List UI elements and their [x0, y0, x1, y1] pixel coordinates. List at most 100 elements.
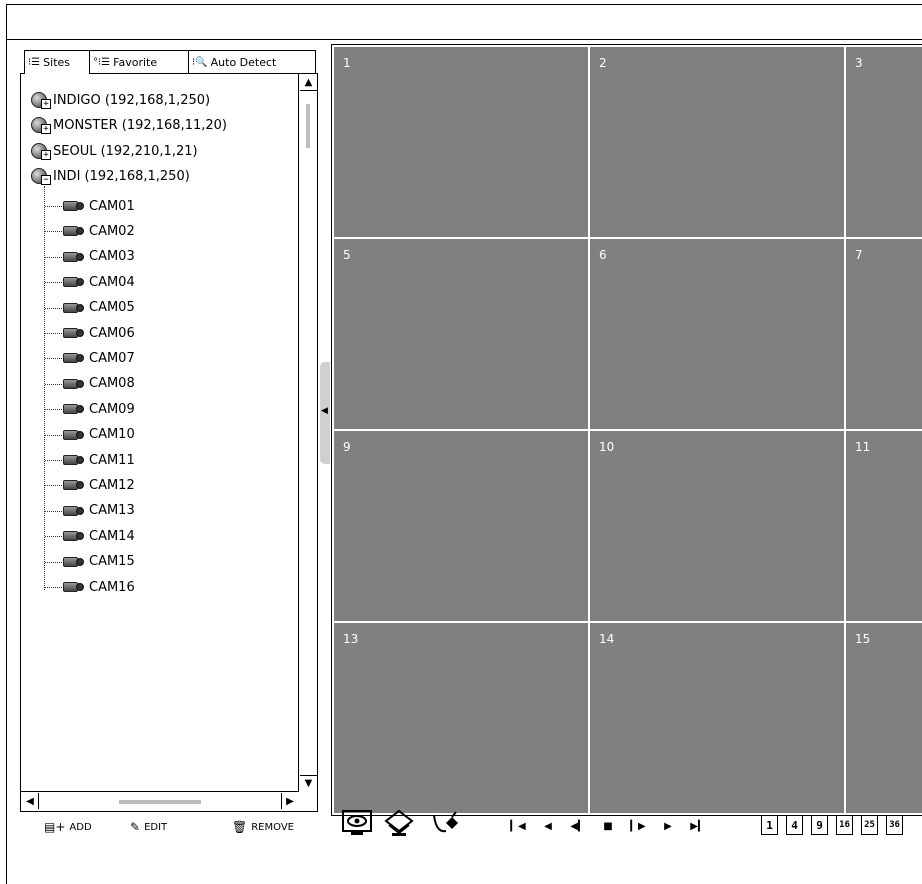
video-cell[interactable]: 7	[846, 239, 922, 429]
video-cell[interactable]: 5	[334, 239, 588, 429]
video-grid: 1 2 3 5 6 7 9 10 11 13 14 15	[331, 44, 922, 816]
camera-label: CAM15	[89, 554, 135, 570]
video-cell[interactable]: 11	[846, 431, 922, 621]
edit-button[interactable]: ✎ EDIT	[130, 816, 167, 838]
stop-icon[interactable]: ■	[600, 818, 616, 834]
camera-node[interactable]: CAM10	[63, 424, 135, 446]
video-cell[interactable]: 3	[846, 47, 922, 237]
video-cell[interactable]: 13	[334, 623, 588, 813]
site-node-expanded[interactable]: − INDI (192,168,1,250)	[31, 165, 190, 187]
split-1-button[interactable]: 1	[761, 815, 778, 835]
layers-icon[interactable]	[382, 808, 416, 838]
video-cell[interactable]: 1	[334, 47, 588, 237]
site-node[interactable]: + INDIGO (192,168,1,250)	[31, 89, 210, 111]
site-tree-panel: + INDIGO (192,168,1,250) + MONSTER (192,…	[20, 73, 318, 812]
split-16-button[interactable]: 16	[836, 815, 853, 835]
camera-node[interactable]: CAM15	[63, 551, 135, 573]
tree-connector	[45, 587, 62, 588]
video-cell[interactable]: 10	[590, 431, 844, 621]
camera-label: CAM08	[89, 376, 135, 392]
tab-sites-label: Sites	[43, 56, 71, 69]
scroll-right-arrow-icon[interactable]: ▶	[281, 793, 298, 809]
site-label: SEOUL (192,210,1,21)	[53, 143, 198, 159]
collapse-panel-handle[interactable]: ◀	[320, 362, 330, 464]
camera-node[interactable]: CAM01	[63, 195, 135, 217]
add-label: ADD	[69, 821, 92, 833]
scroll-down-arrow-icon[interactable]: ▼	[300, 775, 317, 791]
camera-node[interactable]: CAM05	[63, 297, 135, 319]
panel-tabs: ⁝☰ Sites °⁝☰ Favorite ⁝🔍 Auto Detect	[24, 50, 316, 74]
video-cell[interactable]: 15	[846, 623, 922, 813]
video-cell-number: 11	[855, 440, 871, 454]
site-globe-icon: +	[31, 142, 51, 160]
plug-icon[interactable]	[428, 808, 462, 838]
video-cell-number: 5	[343, 248, 351, 262]
camera-icon	[63, 377, 85, 391]
camera-icon	[63, 580, 85, 594]
split-36-button[interactable]: 36	[886, 815, 903, 835]
edit-icon: ✎	[130, 820, 141, 834]
video-cell-number: 9	[343, 440, 351, 454]
step-back-icon[interactable]: ◀▎	[570, 818, 586, 834]
tab-auto-detect-label: Auto Detect	[210, 55, 277, 69]
video-cell[interactable]: 14	[590, 623, 844, 813]
scroll-left-arrow-icon[interactable]: ◀	[22, 793, 39, 809]
site-globe-icon: −	[31, 167, 51, 185]
site-node[interactable]: + MONSTER (192,168,11,20)	[31, 114, 227, 136]
split-9-button[interactable]: 9	[811, 815, 828, 835]
camera-label: CAM11	[89, 452, 135, 468]
edit-label: EDIT	[144, 821, 168, 833]
tab-sites[interactable]: ⁝☰ Sites	[24, 50, 90, 74]
site-node[interactable]: + SEOUL (192,210,1,21)	[31, 140, 198, 162]
camera-node[interactable]: CAM06	[63, 322, 135, 344]
tab-auto-detect[interactable]: ⁝🔍 Auto Detect	[188, 50, 316, 73]
horizontal-scrollbar[interactable]: ◀ ▶	[21, 791, 299, 811]
vertical-scroll-thumb[interactable]	[306, 104, 310, 148]
last-icon[interactable]: ▶▎	[690, 818, 706, 834]
video-cell[interactable]: 6	[590, 239, 844, 429]
step-forward-icon[interactable]: ▎▶	[630, 818, 646, 834]
tree-connector	[45, 256, 62, 258]
camera-label: CAM12	[89, 477, 135, 493]
split-4-button[interactable]: 4	[786, 815, 803, 835]
favorite-list-icon: °⁝☰	[93, 56, 111, 68]
camera-node[interactable]: CAM09	[63, 398, 135, 420]
camera-label: CAM02	[89, 223, 135, 239]
camera-node[interactable]: CAM14	[63, 525, 135, 547]
camera-node[interactable]: CAM04	[63, 271, 135, 293]
camera-node[interactable]: CAM08	[63, 373, 135, 395]
top-toolbar-area	[6, 4, 922, 40]
camera-node[interactable]: CAM11	[63, 449, 135, 471]
camera-node[interactable]: CAM07	[63, 347, 135, 369]
camera-node[interactable]: CAM02	[63, 220, 135, 242]
split-25-button[interactable]: 25	[861, 815, 878, 835]
remove-button[interactable]: 🗑 REMOVE	[232, 816, 294, 838]
tree-connector	[44, 186, 45, 590]
camera-node[interactable]: CAM13	[63, 500, 135, 522]
tree-connector	[45, 206, 62, 207]
tree-connector	[45, 510, 62, 512]
prev-icon[interactable]: ◀	[540, 818, 556, 834]
video-cell[interactable]: 2	[590, 47, 844, 237]
camera-node[interactable]: CAM12	[63, 474, 135, 496]
video-cell[interactable]: 9	[334, 431, 588, 621]
tab-favorite[interactable]: °⁝☰ Favorite	[89, 50, 189, 73]
horizontal-scroll-thumb[interactable]	[119, 800, 201, 804]
camera-label: CAM07	[89, 350, 135, 366]
camera-node[interactable]: CAM03	[63, 246, 135, 268]
camera-label: CAM09	[89, 401, 135, 417]
camera-label: CAM10	[89, 427, 135, 443]
camera-label: CAM16	[89, 579, 135, 595]
scroll-up-arrow-icon[interactable]: ▲	[300, 75, 317, 91]
add-button[interactable]: ▤+ ADD	[44, 816, 92, 838]
site-label: INDI (192,168,1,250)	[53, 168, 190, 184]
vertical-scrollbar[interactable]: ▲ ▼	[298, 74, 317, 792]
camera-node[interactable]: CAM16	[63, 576, 135, 598]
play-icon[interactable]: ▶	[660, 818, 676, 834]
remove-label: REMOVE	[251, 821, 294, 833]
monitor-eye-icon[interactable]	[340, 808, 374, 838]
first-icon[interactable]: ▎◀	[510, 818, 526, 834]
camera-label: CAM03	[89, 249, 135, 265]
add-site-icon: ▤+	[44, 820, 66, 834]
tree-connector	[45, 409, 62, 411]
